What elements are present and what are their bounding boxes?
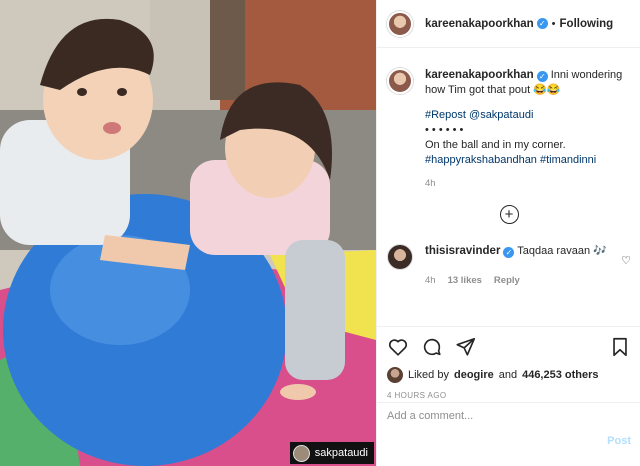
reply-button[interactable]: Reply [494,273,520,288]
comment-input[interactable] [387,409,587,422]
header-user-row: kareenakapoorkhan ✓ • Following [425,18,613,30]
paper-plane-icon[interactable] [455,336,477,358]
comment-time[interactable]: 4h [425,273,436,288]
comments-section[interactable]: kareenakapoorkhan ✓ Inni wondering how Ti… [377,48,640,326]
caption-comment: kareenakapoorkhan ✓ Inni wondering how Ti… [387,68,631,191]
comment-meta: 4h 13 likes Reply [425,273,631,288]
likes-summary: Liked by deogire and 446,253 others [377,367,640,383]
caption-time[interactable]: 4h [425,176,631,191]
author-username[interactable]: kareenakapoorkhan [425,18,534,30]
liked-and: and [498,369,518,381]
post-comment-button[interactable]: Post [607,435,631,447]
liker-avatar[interactable] [387,367,403,383]
repost-watermark: sakpataudi [289,442,374,464]
post-timestamp[interactable]: 4 HOURS AGO [377,391,640,400]
caption-username[interactable]: kareenakapoorkhan [425,69,534,81]
heart-icon[interactable] [387,336,409,358]
post-photo[interactable]: sakpataudi [0,0,376,466]
photo-illustration [0,0,376,466]
commenter-avatar[interactable] [387,244,413,270]
verified-badge-icon: ✓ [503,247,515,258]
comment-box [377,402,640,428]
post-header: kareenakapoorkhan ✓ • Following [377,0,640,48]
commenter-username[interactable]: thisisravinder [425,245,500,257]
comment-likes[interactable]: 13 likes [448,273,482,288]
author-avatar[interactable] [387,10,413,37]
caption-repost-link[interactable]: #Repost @sakpataudi [425,108,631,123]
comment-item: thisisravinder ✓ Taqdaa ravaan 🎶 4h 13 li… [387,244,631,288]
liked-others[interactable]: 446,253 others [522,369,598,381]
liked-by-user[interactable]: deogire [454,369,494,381]
comment-body: thisisravinder ✓ Taqdaa ravaan 🎶 4h 13 li… [425,244,631,288]
caption-body: kareenakapoorkhan ✓ Inni wondering how Ti… [425,68,631,191]
following-button[interactable]: Following [560,18,614,30]
header-separator: • [551,17,556,30]
post-actions: Liked by deogire and 446,253 others 4 HO… [377,326,640,466]
verified-badge-icon: ✓ [536,18,548,29]
caption-hashtags[interactable]: #happyrakshabandhan #timandinni [425,153,631,168]
liked-by-prefix: Liked by [408,369,449,381]
comment-bubble-icon[interactable] [421,336,443,358]
bookmark-icon[interactable] [609,336,631,358]
comment-text: Taqdaa ravaan 🎶 [517,245,607,257]
comment-like-heart-icon[interactable]: ♡ [621,254,631,267]
post-details-panel: kareenakapoorkhan ✓ • Following kareenak… [376,0,640,466]
load-more-comments[interactable]: + [387,205,631,224]
caption-text-line4: On the ball and in my corner. [425,139,566,151]
caption-avatar[interactable] [387,68,413,94]
watermark-avatar [292,444,310,462]
verified-badge-icon: ✓ [536,71,548,82]
caption-dots: • • • • • • [425,124,464,136]
plus-circle-icon[interactable]: + [499,205,519,224]
watermark-username: sakpataudi [314,447,368,459]
action-bar [377,327,640,367]
